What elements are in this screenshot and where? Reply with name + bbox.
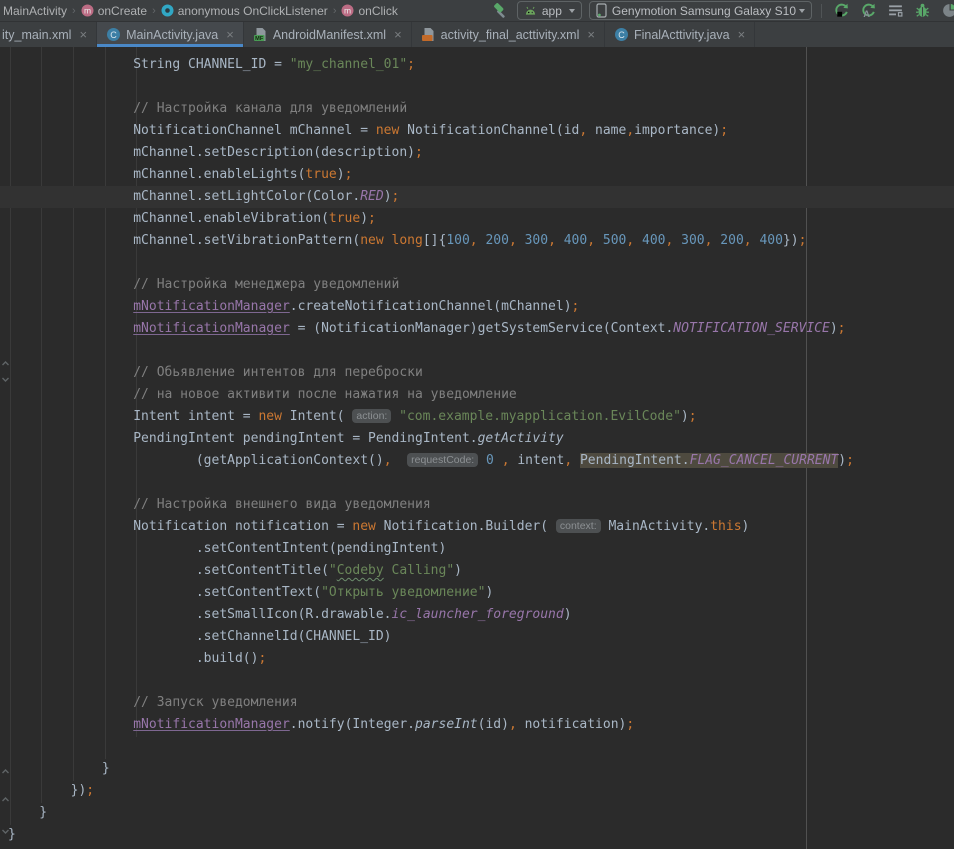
apply-code-changes-icon[interactable]: A [858, 1, 878, 21]
code-line[interactable]: mChannel.enableVibration(true); [8, 208, 954, 230]
code-line[interactable]: // Настройка канала для уведомлений [8, 98, 954, 120]
fold-marker-icon[interactable] [1, 795, 10, 804]
code-line[interactable]: mChannel.setDescription(description); [8, 142, 954, 164]
code-line[interactable] [8, 736, 954, 758]
code-line[interactable]: // Настройка менеджера уведомлений [8, 274, 954, 296]
device-label: Genymotion Samsung Galaxy S10 [612, 4, 796, 18]
code-line[interactable]: mNotificationManager.notify(Integer.pars… [8, 714, 954, 736]
breadcrumb-separator: › [151, 5, 157, 17]
tab-bar: ity_main.xml × C MainActivity.java × MF Androi… [0, 22, 954, 47]
tab-label: ity_main.xml [2, 28, 71, 42]
tab-mainactivity-java[interactable]: C MainActivity.java × [97, 22, 244, 47]
breadcrumb-item[interactable]: onClick [358, 4, 397, 18]
tab-close-icon[interactable]: × [79, 28, 87, 41]
device-phone-icon [596, 3, 607, 18]
svg-text:C: C [110, 30, 117, 40]
fold-marker-icon[interactable] [1, 359, 10, 368]
breadcrumb-item[interactable]: MainActivity [3, 4, 67, 18]
code-line[interactable]: // Настройка внешнего вида уведомления [8, 494, 954, 516]
code-line[interactable]: PendingIntent pendingIntent = PendingInt… [8, 428, 954, 450]
fold-marker-icon[interactable] [1, 767, 10, 776]
build-hammer-icon[interactable] [490, 1, 510, 21]
run-config-selector[interactable]: app [517, 1, 582, 20]
code-line[interactable]: } [8, 824, 954, 846]
run-list-icon[interactable] [885, 1, 905, 21]
code-line[interactable]: NotificationChannel mChannel = new Notif… [8, 120, 954, 142]
layout-file-icon [421, 27, 436, 42]
tab-finalacttivity-java[interactable]: C FinalActtivity.java × [605, 22, 755, 47]
run-config-label: app [542, 4, 562, 18]
main-toolbar: MainActivity › m onCreate › anonymous OnClick… [0, 0, 954, 22]
fold-marker-icon[interactable] [1, 375, 10, 384]
code-line[interactable] [8, 76, 954, 98]
code-line[interactable]: .setContentText("Открыть уведомление") [8, 582, 954, 604]
tab-close-icon[interactable]: × [226, 28, 234, 41]
android-app-icon [524, 4, 537, 17]
code-line[interactable]: String CHANNEL_ID = "my_channel_01"; [8, 54, 954, 76]
code-line[interactable]: // на новое активити после нажатия на ув… [8, 384, 954, 406]
tab-close-icon[interactable]: × [738, 28, 746, 41]
debug-icon[interactable] [912, 1, 932, 21]
svg-text:m: m [344, 6, 351, 16]
code-line[interactable]: }); [8, 780, 954, 802]
code-line[interactable]: mChannel.setLightColor(Color.RED); [0, 186, 954, 208]
manifest-file-icon: MF [253, 27, 268, 42]
svg-text:A: A [863, 9, 870, 19]
code-line[interactable]: mNotificationManager = (NotificationMana… [8, 318, 954, 340]
code-line[interactable]: mChannel.setVibrationPattern(new long[]{… [8, 230, 954, 252]
code-line[interactable] [8, 670, 954, 692]
breadcrumb-item[interactable]: anonymous OnClickListener [178, 4, 328, 18]
code-line[interactable]: .setChannelId(CHANNEL_ID) [8, 626, 954, 648]
code-line[interactable] [8, 472, 954, 494]
tab-ity-main-xml[interactable]: ity_main.xml × [0, 22, 97, 47]
code-line[interactable]: mNotificationManager.createNotificationC… [8, 296, 954, 318]
code-line[interactable]: Intent intent = new Intent( action: "com… [8, 406, 954, 428]
profiler-icon[interactable] [939, 1, 954, 21]
breadcrumb[interactable]: MainActivity › m onCreate › anonymous OnClick… [0, 4, 398, 18]
tab-close-icon[interactable]: × [394, 28, 402, 41]
apply-changes-icon[interactable] [831, 1, 851, 21]
code-line[interactable]: // Обьявление интентов для переброски [8, 362, 954, 384]
chevron-down-icon [569, 9, 575, 13]
code-line[interactable]: .build(); [8, 648, 954, 670]
editor[interactable]: String CHANNEL_ID = "my_channel_01"; // … [0, 47, 954, 849]
tab-androidmanifest-xml[interactable]: MF AndroidManifest.xml × [244, 22, 412, 47]
toolbar-separator [821, 4, 822, 18]
code-line[interactable]: mChannel.enableLights(true); [8, 164, 954, 186]
tab-activity-final-acttivity-xml[interactable]: activity_final_acttivity.xml × [412, 22, 605, 47]
tab-close-icon[interactable]: × [587, 28, 595, 41]
svg-text:m: m [84, 6, 91, 16]
code-line[interactable] [8, 252, 954, 274]
device-selector[interactable]: Genymotion Samsung Galaxy S10 [589, 1, 812, 20]
code-line[interactable]: .setSmallIcon(R.drawable.ic_launcher_for… [8, 604, 954, 626]
code-line[interactable]: } [8, 758, 954, 780]
chevron-down-icon [799, 9, 805, 13]
java-class-icon: C [106, 27, 121, 42]
method-icon: m [341, 4, 354, 17]
tab-label: AndroidManifest.xml [273, 28, 386, 42]
anonymous-class-icon [161, 4, 174, 17]
java-class-icon: C [614, 27, 629, 42]
breadcrumb-separator: › [332, 5, 338, 17]
fold-marker-icon[interactable] [1, 827, 10, 836]
tab-label: activity_final_acttivity.xml [441, 28, 580, 42]
code-line[interactable]: .setContentTitle("Codeby Calling") [8, 560, 954, 582]
code-line[interactable]: // Запуск уведомления [8, 692, 954, 714]
code-area[interactable]: String CHANNEL_ID = "my_channel_01"; // … [8, 54, 954, 846]
code-line[interactable]: (getApplicationContext(), requestCode: 0… [8, 450, 954, 472]
tab-label: FinalActtivity.java [634, 28, 730, 42]
code-line[interactable]: Notification notification = new Notifica… [8, 516, 954, 538]
svg-text:MF: MF [255, 36, 264, 42]
code-line[interactable] [8, 340, 954, 362]
code-line[interactable]: .setContentIntent(pendingIntent) [8, 538, 954, 560]
code-line[interactable]: } [8, 802, 954, 824]
tab-label: MainActivity.java [126, 28, 218, 42]
toolbar-actions: app Genymotion Samsung Galaxy S10 [490, 1, 954, 21]
breadcrumb-separator: › [71, 5, 77, 17]
method-icon: m [81, 4, 94, 17]
svg-text:C: C [618, 30, 625, 40]
breadcrumb-item[interactable]: onCreate [98, 4, 147, 18]
